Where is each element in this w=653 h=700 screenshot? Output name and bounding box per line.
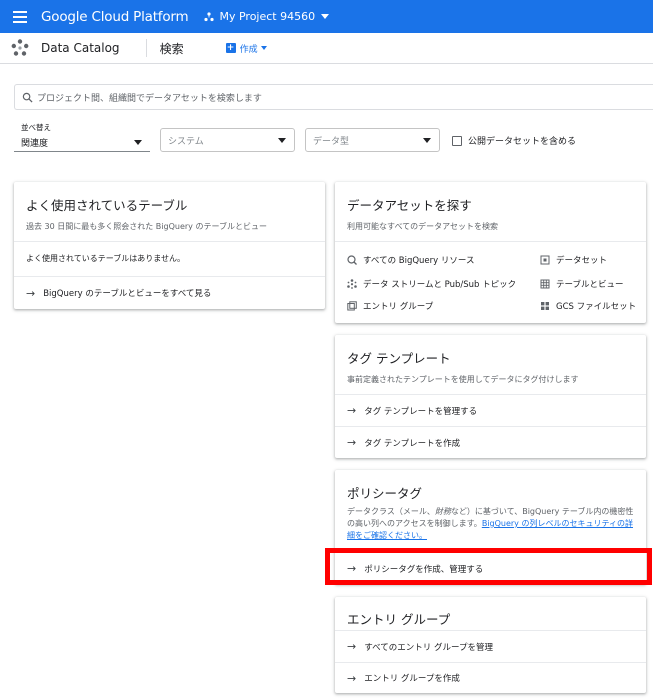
arrow-right-icon: → xyxy=(26,286,36,300)
dropdown-caret-icon xyxy=(278,137,286,143)
menu-icon[interactable] xyxy=(13,10,27,23)
tag-templates-card: タグ テンプレート 事前定義されたテンプレートを使用してデータにタグ付けします … xyxy=(335,335,646,458)
entry-groups-card: エントリ グループ → すべてのエントリ グループを管理 → エントリ グループ… xyxy=(335,597,646,693)
arrow-right-icon: → xyxy=(347,436,357,449)
link-label: BigQuery のテーブルとビューをすべて見る xyxy=(43,289,212,299)
manage-entry-groups-link[interactable]: → すべてのエントリ グループを管理 xyxy=(335,631,646,662)
card-divider xyxy=(14,241,325,242)
card-description: 利用可能なすべてのデータアセットを検索 xyxy=(347,222,498,231)
top-app-bar: Google Cloud Platform My Project 94560 xyxy=(0,0,653,33)
link-label: タグ テンプレートを作成 xyxy=(364,438,461,449)
dropdown-caret-icon xyxy=(423,137,431,143)
create-label: 作成 xyxy=(239,44,258,55)
desc-emphasis: 財務 xyxy=(434,507,451,516)
plus-icon: + xyxy=(225,43,236,53)
card-title: よく使用されているテーブル xyxy=(26,198,188,213)
pubsub-topics-link[interactable]: データ ストリームと Pub/Sub トピック xyxy=(347,278,516,290)
pubsub-icon xyxy=(347,279,357,289)
datasets-link[interactable]: データセット xyxy=(540,254,607,266)
project-icon xyxy=(204,11,215,21)
link-label: エントリ グループを作成 xyxy=(364,674,460,684)
datatype-placeholder: データ型 xyxy=(313,136,350,147)
all-bigquery-resources-link[interactable]: すべての BigQuery リソース xyxy=(347,254,474,266)
sort-value: 関連度 xyxy=(21,139,49,149)
desc-text: データクラス（メール、 xyxy=(347,507,435,516)
chevron-down-icon xyxy=(260,46,267,50)
card-description: 事前定義されたテンプレートを使用してデータにタグ付けします xyxy=(347,375,579,384)
arrow-right-icon: → xyxy=(347,671,357,685)
asset-label: すべての BigQuery リソース xyxy=(363,256,475,266)
card-divider xyxy=(335,241,646,242)
public-datasets-checkbox[interactable]: 公開データセットを含める xyxy=(452,134,576,147)
dropdown-caret-icon xyxy=(134,140,142,145)
data-catalog-logo-icon xyxy=(11,39,29,56)
checkbox-icon[interactable] xyxy=(452,135,462,146)
arrow-right-icon: → xyxy=(347,562,357,575)
policy-tags-card: ポリシータグ データクラス（メール、財務など）に基づいて、BigQuery テー… xyxy=(335,470,646,584)
create-entry-group-link[interactable]: → エントリ グループを作成 xyxy=(335,663,646,693)
view-all-bigquery-link[interactable]: → BigQuery のテーブルとビューをすべて見る xyxy=(14,277,325,309)
datatype-select[interactable]: データ型 xyxy=(305,128,440,152)
create-button[interactable]: + 作成 xyxy=(225,42,267,55)
frequent-tables-card: よく使用されているテーブル 過去 30 日間に最も多く照会された BigQuer… xyxy=(14,182,325,309)
entry-groups-link[interactable]: エントリ グループ xyxy=(347,300,433,312)
system-select[interactable]: システム xyxy=(160,128,295,152)
card-title: データアセットを探す xyxy=(347,198,472,213)
bigquery-icon xyxy=(347,255,357,265)
search-icon xyxy=(22,92,33,103)
header-divider xyxy=(145,39,147,57)
system-placeholder: システム xyxy=(168,136,204,147)
manage-policy-tags-link[interactable]: → ポリシータグを作成、管理する xyxy=(335,553,646,584)
manage-tag-templates-link[interactable]: → タグ テンプレートを管理する xyxy=(335,395,646,426)
chevron-down-icon xyxy=(321,14,330,19)
link-label: タグ テンプレートを管理する xyxy=(364,406,478,417)
search-input[interactable]: プロジェクト間、組織間でデータアセットを検索します xyxy=(14,84,653,110)
app-title: Data Catalog xyxy=(41,41,120,55)
tables-views-link[interactable]: テーブルとビュー xyxy=(540,278,624,290)
dataset-icon xyxy=(540,255,550,265)
arrow-right-icon: → xyxy=(347,640,357,653)
card-description: 過去 30 日間に最も多く照会された BigQuery のテーブルとビュー xyxy=(26,222,267,231)
product-header: Data Catalog 検索 + 作成 xyxy=(0,33,653,64)
public-datasets-label: 公開データセットを含める xyxy=(468,137,577,147)
sort-select[interactable]: 関連度 xyxy=(14,128,150,152)
project-selector[interactable]: My Project 94560 xyxy=(204,10,330,23)
link-label: すべてのエントリ グループを管理 xyxy=(364,642,493,653)
entry-group-icon xyxy=(347,301,357,311)
fileset-icon xyxy=(541,302,549,310)
explore-assets-card: データアセットを探す 利用可能なすべてのデータアセットを検索 すべての BigQ… xyxy=(335,182,646,323)
link-label: ポリシータグを作成、管理する xyxy=(364,564,484,575)
card-title: タグ テンプレート xyxy=(347,351,451,366)
arrow-right-icon: → xyxy=(347,404,357,417)
asset-label: データセット xyxy=(556,256,608,266)
brand-title[interactable]: Google Cloud Platform xyxy=(41,9,189,25)
table-icon xyxy=(540,279,550,289)
search-placeholder: プロジェクト間、組織間でデータアセットを検索します xyxy=(37,93,262,104)
empty-state-text: よく使用されているテーブルはありません。 xyxy=(26,254,186,263)
asset-label: テーブルとビュー xyxy=(556,280,624,290)
card-description: データクラス（メール、財務など）に基づいて、BigQuery テーブル内の機密性… xyxy=(347,506,637,542)
asset-label: GCS ファイルセット xyxy=(556,302,637,312)
project-name: My Project 94560 xyxy=(219,10,316,23)
page-title: 検索 xyxy=(159,41,184,56)
card-title: ポリシータグ xyxy=(347,486,423,501)
card-title: エントリ グループ xyxy=(347,612,451,627)
gcs-filesets-link[interactable]: GCS ファイルセット xyxy=(540,300,636,312)
asset-label: エントリ グループ xyxy=(363,302,434,312)
asset-label: データ ストリームと Pub/Sub トピック xyxy=(363,280,517,290)
create-tag-template-link[interactable]: → タグ テンプレートを作成 xyxy=(335,427,646,458)
